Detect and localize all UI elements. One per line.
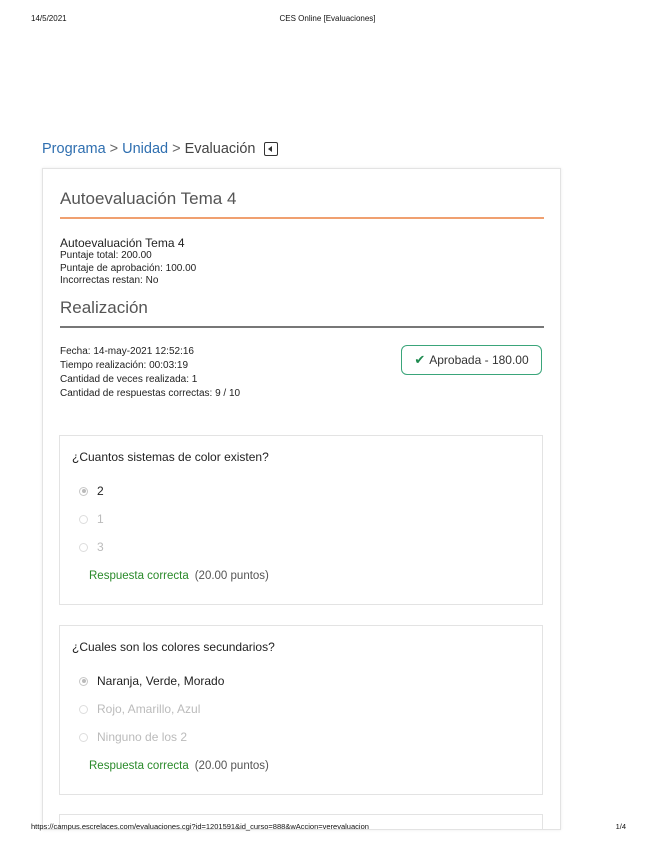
print-footer: https://campus.escrelaces.com/evaluacion… <box>0 817 655 848</box>
breadcrumb-separator: > <box>109 141 119 157</box>
attempt-count: Cantidad de veces realizada: 1 <box>60 374 198 385</box>
radio-button[interactable] <box>79 542 88 552</box>
question-card: ¿Cuales son los colores secundarios? Nar… <box>59 625 543 795</box>
breadcrumb: Programa > Unidad > Evaluación <box>42 141 278 157</box>
print-header: 14/5/2021 CES Online [Evaluaciones] <box>0 0 655 26</box>
breadcrumb-programa[interactable]: Programa <box>42 141 106 157</box>
answer-feedback: Respuesta correcta (20.00 puntos) <box>89 760 269 772</box>
page-number: 1/4 <box>615 822 626 831</box>
option-label: Rojo, Amarillo, Azul <box>97 702 201 716</box>
breadcrumb-separator: > <box>172 141 181 157</box>
radio-button[interactable] <box>79 486 88 496</box>
option-label: 2 <box>97 484 104 498</box>
question-text: ¿Cuantos sistemas de color existen? <box>72 450 269 464</box>
attempt-time: Tiempo realización: 00:03:19 <box>60 360 189 371</box>
answer-option[interactable]: 3 <box>79 540 104 554</box>
answer-feedback: Respuesta correcta (20.00 puntos) <box>89 570 269 582</box>
question-card: ¿Cuantos sistemas de color existen? 2 1 … <box>59 435 543 605</box>
section-divider <box>60 326 544 328</box>
answer-option[interactable]: Naranja, Verde, Morado <box>79 674 224 688</box>
option-label: Ninguno de los 2 <box>97 730 188 744</box>
radio-button[interactable] <box>79 514 88 524</box>
radio-button[interactable] <box>79 704 88 714</box>
check-icon: ✔ <box>414 352 426 367</box>
answer-option[interactable]: Ninguno de los 2 <box>79 730 187 744</box>
answer-option[interactable]: 2 <box>79 484 104 498</box>
breadcrumb-evaluacion: Evaluación <box>184 141 256 157</box>
evaluation-card: Autoevaluación Tema 4 Autoevaluación Tem… <box>42 168 561 830</box>
title-divider <box>60 217 544 219</box>
print-url: https://campus.escrelaces.com/evaluacion… <box>31 822 369 831</box>
evaluation-info: Autoevaluación Tema 4 Puntaje total: 200… <box>60 236 196 288</box>
question-text: ¿Cuales son los colores secundarios? <box>72 640 275 654</box>
attempt-info: Fecha: 14-may-2021 12:52:16 Tiempo reali… <box>60 345 240 401</box>
correct-answers: Cantidad de respuestas correctas: 9 / 10 <box>60 388 241 399</box>
radio-button[interactable] <box>79 732 88 742</box>
status-badge: ✔ Aprobada - 180.00 <box>401 345 542 375</box>
option-label: 1 <box>97 512 104 526</box>
wrong-subtract: Incorrectas restan: No <box>60 275 159 286</box>
feedback-points: (20.00 puntos) <box>194 570 269 582</box>
option-label: Naranja, Verde, Morado <box>97 674 225 688</box>
attempt-date: Fecha: 14-may-2021 12:52:16 <box>60 346 194 357</box>
answer-option[interactable]: Rojo, Amarillo, Azul <box>79 702 200 716</box>
radio-button[interactable] <box>79 676 88 686</box>
pass-score: Puntaje de aprobación: 100.00 <box>60 262 197 274</box>
status-label: Aprobada - 180.00 <box>429 353 529 367</box>
answer-option[interactable]: 1 <box>79 512 104 526</box>
evaluation-title: Autoevaluación Tema 4 <box>60 189 237 208</box>
feedback-points: (20.00 puntos) <box>194 760 269 772</box>
option-label: 3 <box>97 540 104 554</box>
total-score: Puntaje total: 200.00 <box>60 250 152 261</box>
evaluation-name: Autoevaluación Tema 4 <box>60 236 185 250</box>
feedback-result: Respuesta correcta <box>89 570 189 582</box>
attempt-section-title: Realización <box>60 298 148 317</box>
back-arrow-icon[interactable] <box>263 142 278 156</box>
breadcrumb-unidad[interactable]: Unidad <box>122 141 168 157</box>
print-title: CES Online [Evaluaciones] <box>279 14 376 23</box>
feedback-result: Respuesta correcta <box>89 760 189 772</box>
